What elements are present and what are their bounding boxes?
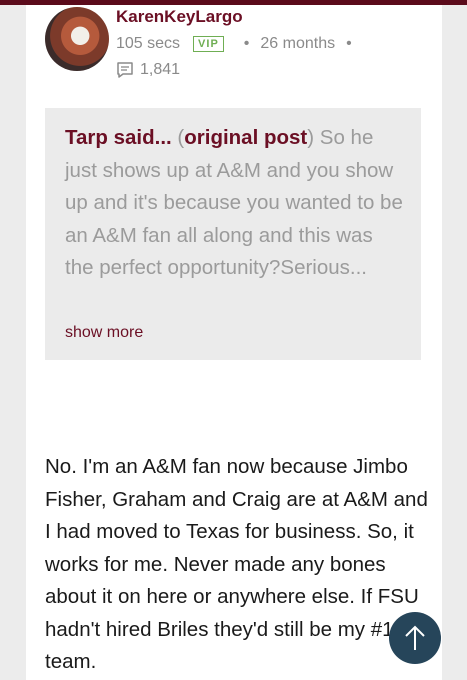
post-meta: 105 secs VIP • 26 months •	[116, 35, 363, 53]
post-time: 105 secs	[116, 35, 181, 52]
vip-badge: VIP	[193, 36, 224, 52]
member-tenure: 26 months	[260, 35, 336, 52]
scroll-to-top-button[interactable]	[389, 612, 441, 664]
show-more-link[interactable]: show more	[65, 324, 143, 342]
separator-dot: •	[346, 35, 352, 52]
original-post-link[interactable]: original post	[184, 126, 307, 149]
reply-text: No. I'm an A&M fan now because Jimbo Fis…	[45, 455, 428, 673]
separator-dot: •	[243, 35, 250, 52]
quote-block: Tarp said... (original post) So he just …	[45, 108, 421, 360]
post-card: KarenKeyLargo 105 secs VIP • 26 months •…	[26, 5, 442, 680]
post-count-value: 1,841	[140, 61, 181, 78]
quote-open-paren: (	[171, 126, 185, 149]
quote-text: Tarp said... (original post) So he just …	[65, 122, 405, 285]
username[interactable]: KarenKeyLargo	[116, 7, 243, 27]
avatar[interactable]	[45, 7, 109, 71]
comment-icon	[117, 62, 133, 78]
quote-author: Tarp said...	[65, 126, 172, 149]
arrow-up-icon	[405, 625, 425, 650]
post-count: 1,841	[116, 61, 180, 79]
